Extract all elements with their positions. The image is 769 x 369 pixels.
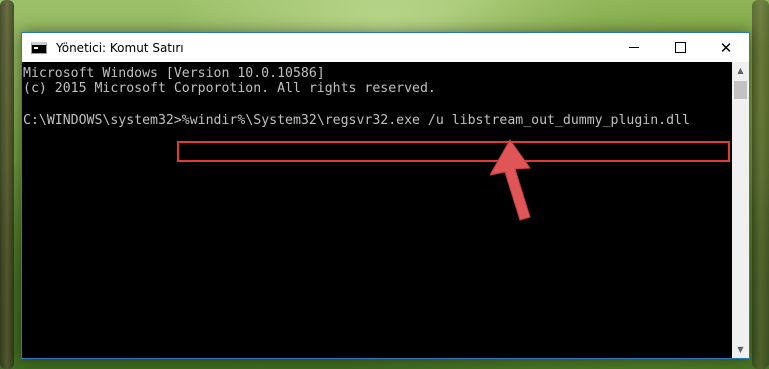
close-icon: ✕ <box>719 38 733 57</box>
window-controls: ✕ <box>611 33 749 62</box>
minimize-button[interactable] <box>611 33 657 62</box>
window-title: Yönetici: Komut Satırı <box>56 40 184 55</box>
console-command-line: C:\WINDOWS\system32>%windir%\System32\re… <box>23 113 690 128</box>
tree-trunk-decoration <box>752 0 769 369</box>
vertical-scrollbar[interactable]: ▲ ▼ <box>732 62 749 358</box>
maximize-button[interactable] <box>657 33 703 62</box>
console-command: %windir%\System32\regsvr32.exe /u libstr… <box>181 113 690 128</box>
scroll-up-arrow-icon[interactable]: ▲ <box>732 62 749 79</box>
maximize-icon <box>674 42 686 53</box>
console-line-version: Microsoft Windows [Version 10.0.10586] <box>23 66 325 81</box>
minimize-icon <box>629 47 639 48</box>
command-highlight-box <box>177 141 730 162</box>
desktop-background: Yönetici: Komut Satırı ✕ Microsoft Windo… <box>0 0 769 369</box>
close-button[interactable]: ✕ <box>703 33 749 62</box>
scroll-down-arrow-icon[interactable]: ▼ <box>732 341 749 358</box>
tree-trunk-decoration <box>0 0 14 369</box>
console-line-copyright: (c) 2015 Microsoft Corporotion. All righ… <box>23 81 436 96</box>
scrollbar-thumb[interactable] <box>734 81 747 99</box>
arrow-shape <box>490 139 531 221</box>
console-app-icon[interactable] <box>31 41 47 54</box>
console-prompt: C:\WINDOWS\system32> <box>23 113 182 128</box>
console-output-area[interactable]: Microsoft Windows [Version 10.0.10586] (… <box>22 62 732 358</box>
title-bar[interactable]: Yönetici: Komut Satırı ✕ <box>22 33 749 62</box>
red-arrow-pointer-icon <box>490 139 531 221</box>
command-prompt-window: Yönetici: Komut Satırı ✕ Microsoft Windo… <box>21 32 750 359</box>
